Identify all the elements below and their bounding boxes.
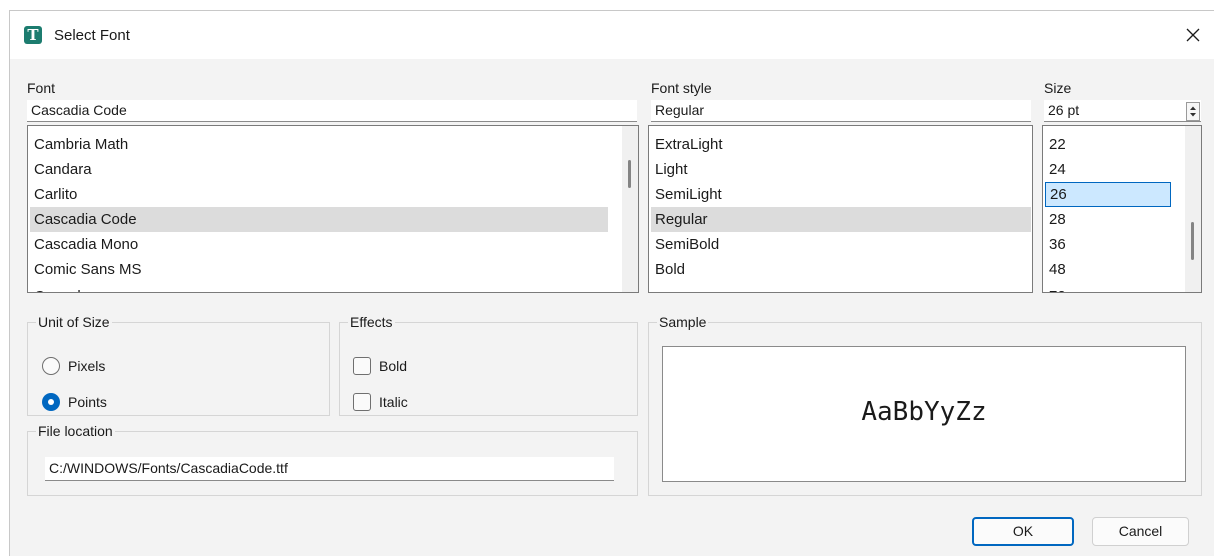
size-spinbox[interactable]: 26 pt (1044, 100, 1201, 122)
size-list-item[interactable]: 28 (1045, 207, 1171, 232)
font-style-label: Font style (651, 80, 712, 96)
points-radio[interactable]: Points (42, 392, 162, 414)
style-list-item-selected[interactable]: Regular (651, 207, 1031, 232)
spin-up-down-icon (1190, 106, 1196, 117)
font-list-item[interactable]: Consolas (30, 284, 608, 292)
style-list-item[interactable]: Light (651, 157, 1031, 182)
italic-checkbox-box[interactable] (353, 393, 371, 411)
size-list-item[interactable]: 36 (1045, 232, 1171, 257)
app-font-icon: T (24, 26, 42, 44)
size-list-item[interactable]: 22 (1045, 132, 1171, 157)
font-name-input[interactable]: Cascadia Code (27, 100, 637, 122)
file-location-group: File location C:/WINDOWS/Fonts/CascadiaC… (27, 423, 638, 496)
pixels-radio[interactable]: Pixels (42, 356, 162, 378)
font-list-item[interactable]: Candara (30, 157, 608, 182)
size-list-scroll-thumb[interactable] (1191, 222, 1194, 260)
size-list-item[interactable]: 24 (1045, 157, 1171, 182)
sample-group: Sample AaBbYyZz (648, 314, 1202, 496)
font-list-item[interactable]: Cambria Math (30, 132, 608, 157)
unit-of-size-group: Unit of Size Pixels Points (27, 314, 330, 416)
font-style-input[interactable]: Regular (651, 100, 1031, 122)
size-list-scrollbar[interactable] (1185, 126, 1201, 292)
font-list[interactable]: Cambria Math Candara Carlito Cascadia Co… (27, 125, 639, 293)
file-location-title: File location (36, 423, 115, 439)
unit-of-size-title: Unit of Size (36, 314, 112, 330)
font-list-item[interactable]: Comic Sans MS (30, 257, 608, 282)
size-list-item[interactable]: 48 (1045, 257, 1171, 282)
title-bar: T Select Font (10, 11, 1214, 59)
size-spinbox-value: 26 pt (1048, 102, 1080, 118)
points-radio-label: Points (68, 394, 107, 410)
close-button[interactable] (1181, 23, 1205, 47)
cancel-button[interactable]: Cancel (1092, 517, 1189, 546)
font-list-item[interactable]: Carlito (30, 182, 608, 207)
select-font-dialog: T Select Font Font Cascadia Code Cambria… (9, 10, 1214, 556)
sample-preview-text: AaBbYyZz (861, 397, 987, 427)
font-style-list[interactable]: ExtraLight Light SemiLight Regular SemiB… (648, 125, 1033, 293)
effects-group: Effects Bold Italic (339, 314, 638, 416)
style-list-item[interactable]: ExtraLight (651, 132, 1031, 157)
bold-checkbox-label: Bold (379, 358, 408, 374)
font-list-item[interactable]: Cascadia Mono (30, 232, 608, 257)
font-list-scroll-thumb[interactable] (628, 160, 631, 188)
file-location-field[interactable]: C:/WINDOWS/Fonts/CascadiaCode.ttf (45, 457, 614, 481)
size-list-item-selected[interactable]: 26 (1045, 182, 1171, 207)
effects-title: Effects (348, 314, 395, 330)
close-icon (1186, 28, 1200, 42)
bold-checkbox[interactable]: Bold (353, 356, 453, 378)
pixels-radio-button[interactable] (42, 357, 60, 375)
font-label: Font (27, 80, 56, 96)
sample-preview: AaBbYyZz (662, 346, 1186, 482)
italic-checkbox[interactable]: Italic (353, 392, 453, 414)
ok-button[interactable]: OK (972, 517, 1074, 546)
dialog-title: Select Font (54, 27, 130, 44)
style-list-item[interactable]: SemiLight (651, 182, 1031, 207)
size-list[interactable]: 22 24 26 28 36 48 72 (1042, 125, 1202, 293)
pixels-radio-label: Pixels (68, 358, 106, 374)
points-radio-button[interactable] (42, 393, 60, 411)
size-spin-buttons[interactable] (1186, 102, 1200, 121)
size-label: Size (1044, 80, 1072, 96)
sample-title: Sample (657, 314, 709, 330)
font-list-scrollbar[interactable] (622, 126, 638, 292)
size-list-item[interactable]: 72 (1045, 284, 1171, 292)
font-list-item-selected[interactable]: Cascadia Code (30, 207, 608, 232)
bold-checkbox-box[interactable] (353, 357, 371, 375)
style-list-item[interactable]: Bold (651, 257, 1031, 282)
italic-checkbox-label: Italic (379, 394, 408, 410)
style-list-item[interactable]: SemiBold (651, 232, 1031, 257)
